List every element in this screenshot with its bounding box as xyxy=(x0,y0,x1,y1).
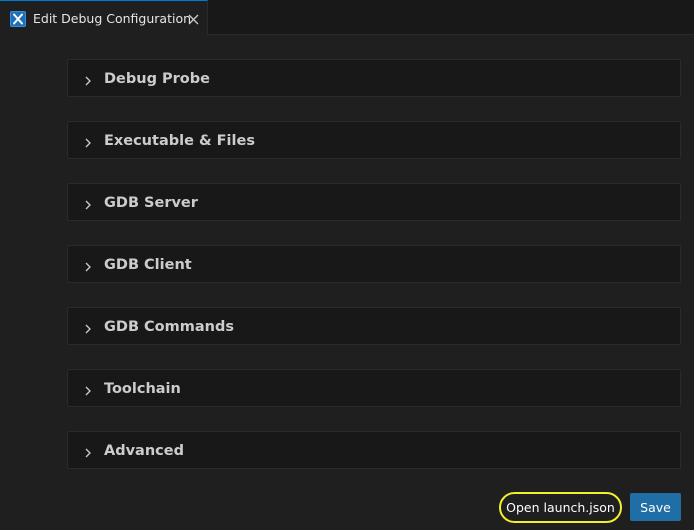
chevron-right-icon xyxy=(83,72,93,86)
save-button[interactable]: Save xyxy=(630,493,681,521)
chevron-right-icon xyxy=(83,382,93,396)
section-gdb-server[interactable]: GDB Server xyxy=(67,183,681,221)
section-gdb-commands[interactable]: GDB Commands xyxy=(67,307,681,345)
section-label: GDB Commands xyxy=(104,319,234,335)
section-label: GDB Server xyxy=(104,195,198,211)
section-gdb-client[interactable]: GDB Client xyxy=(67,245,681,283)
section-label: Toolchain xyxy=(104,381,181,397)
chevron-right-icon xyxy=(83,134,93,148)
section-advanced[interactable]: Advanced xyxy=(67,431,681,469)
chevron-right-icon xyxy=(83,258,93,272)
open-launch-json-button[interactable]: Open launch.json xyxy=(499,492,622,523)
chevron-right-icon xyxy=(83,444,93,458)
section-label: Debug Probe xyxy=(104,71,210,87)
section-label: GDB Client xyxy=(104,257,192,273)
tab-bar: Edit Debug Configuration xyxy=(0,0,694,35)
debug-config-icon xyxy=(10,11,26,27)
section-executable-files[interactable]: Executable & Files xyxy=(67,121,681,159)
tab-edit-debug-configuration[interactable]: Edit Debug Configuration xyxy=(0,0,208,35)
tab-title: Edit Debug Configuration xyxy=(33,11,192,26)
section-label: Executable & Files xyxy=(104,133,255,149)
close-icon[interactable] xyxy=(186,12,200,26)
section-label: Advanced xyxy=(104,443,184,459)
chevron-right-icon xyxy=(83,196,93,210)
section-toolchain[interactable]: Toolchain xyxy=(67,369,681,407)
chevron-right-icon xyxy=(83,320,93,334)
section-debug-probe[interactable]: Debug Probe xyxy=(67,59,681,97)
